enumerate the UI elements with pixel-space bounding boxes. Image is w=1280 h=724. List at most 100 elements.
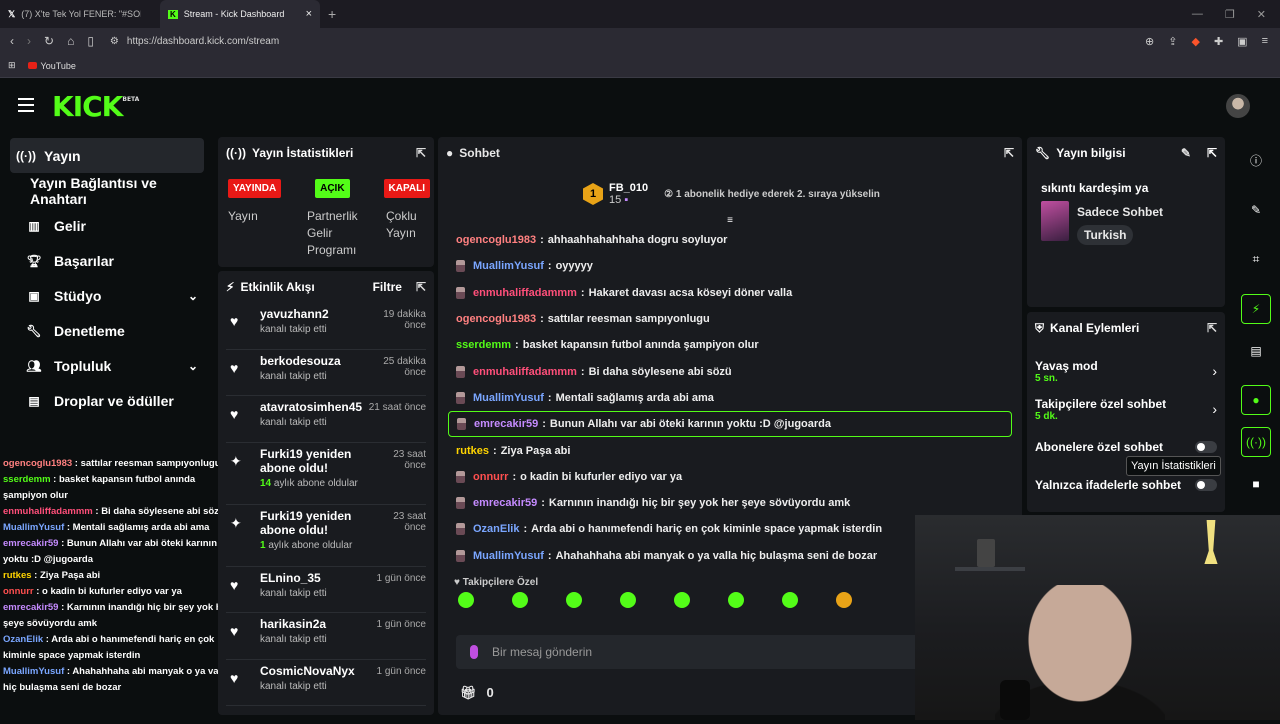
microphone-icon[interactable]: [470, 645, 478, 659]
chat-message[interactable]: enmuhaliffadammm: Hakaret davası acsa kös…: [448, 280, 1012, 306]
restore-icon[interactable]: ❐: [1225, 8, 1235, 21]
reload-icon[interactable]: ↻: [44, 34, 54, 48]
bookmark-icon[interactable]: ▯: [87, 34, 94, 48]
popout-icon[interactable]: ⇱: [416, 280, 426, 294]
browser-tab-kick[interactable]: K Stream - Kick Dashboard ×: [160, 0, 320, 28]
gift-counter[interactable]: 🎁︎ 0: [460, 685, 494, 701]
new-tab-button[interactable]: +: [328, 6, 336, 22]
close-tab-icon[interactable]: ×: [306, 8, 312, 20]
screenshot-icon[interactable]: ⌗: [1241, 244, 1271, 274]
popout-icon[interactable]: ⇱: [1207, 321, 1217, 335]
slow-mode-row[interactable]: Yavaş mod 5 sn. ›: [1027, 352, 1225, 390]
gift-leaderboard[interactable]: 1 FB_010 15 ▪ ② 1 abonelik hediye ederek …: [438, 169, 1022, 219]
chat-username[interactable]: sserdemm: [456, 339, 511, 351]
url-text[interactable]: https://dashboard.kick.com/stream: [127, 36, 279, 47]
chat-username[interactable]: ogencoglu1983: [456, 313, 536, 325]
emote[interactable]: [620, 591, 636, 608]
chat-message[interactable]: enmuhaliffadammm: Bi daha söylesene abi s…: [448, 358, 1012, 384]
chat-icon[interactable]: ●: [1241, 385, 1271, 415]
emote[interactable]: [728, 591, 744, 608]
emote-only-toggle[interactable]: [1195, 479, 1217, 491]
popout-icon[interactable]: ⇱: [416, 146, 426, 160]
chat-message[interactable]: emrecakir59: Bunun Allahı var abi öteki k…: [448, 411, 1012, 438]
home-icon[interactable]: ⌂: [67, 34, 74, 48]
emote[interactable]: [674, 591, 690, 608]
chat-username[interactable]: rutkes: [456, 445, 489, 457]
chat-username[interactable]: enmuhaliffadammm: [473, 366, 577, 378]
browser-tab-x[interactable]: 𝕏 (7) X'te Tek Yol FENER: "#SONDAKİKA: [0, 0, 160, 28]
chat-input[interactable]: Bir mesaj gönderin: [456, 635, 926, 669]
channel-actions-panel: ⛨ Kanal Eylemleri ⇱ Yavaş mod 5 sn. › Takipç…: [1027, 312, 1225, 512]
notes-icon[interactable]: ▤: [1241, 336, 1271, 366]
chat-username[interactable]: OzanElik: [473, 523, 519, 535]
edit-icon[interactable]: ✎: [1241, 195, 1271, 225]
chat-message[interactable]: onnurr: o kadin bi kufurler ediyo var ya: [448, 464, 1012, 490]
chat-message[interactable]: ogencoglu1983: ahhaahhahahhaha dogru soyl…: [448, 227, 1012, 253]
close-window-icon[interactable]: ✕: [1257, 8, 1266, 21]
followers-only-row[interactable]: Takipçilere özel sohbet 5 dk. ›: [1027, 390, 1225, 428]
chat-username[interactable]: emrecakir59: [473, 497, 537, 509]
bolt-icon[interactable]: ⚡︎: [1241, 293, 1271, 324]
broadcast-icon: ((·)): [226, 146, 246, 160]
popout-icon[interactable]: ⇱: [1207, 146, 1217, 160]
apps-grid-icon[interactable]: ⊞: [8, 60, 16, 71]
overlay-chat-line: sserdemm : basket kapansın futbol anında…: [0, 472, 234, 504]
browser-menu-icon[interactable]: ≡: [1262, 35, 1268, 48]
chevron-down-icon[interactable]: ⌄: [188, 359, 204, 373]
chevron-down-icon[interactable]: ⌄: [188, 289, 204, 303]
emote[interactable]: [512, 591, 528, 608]
subscribers-only-toggle[interactable]: [1195, 441, 1217, 453]
chat-message[interactable]: rutkes: Ziya Paşa abi: [448, 437, 1012, 463]
avatar[interactable]: [1226, 94, 1250, 118]
bookmark-youtube[interactable]: YouTube: [27, 61, 76, 71]
url-bar[interactable]: ⚙ https://dashboard.kick.com/stream: [110, 36, 1145, 47]
site-settings-icon[interactable]: ⚙: [110, 36, 119, 47]
info-icon[interactable]: ⓘ: [1241, 145, 1271, 175]
sidebar-item-gelir[interactable]: ▥ Gelir: [10, 208, 204, 243]
chat-username[interactable]: ogencoglu1983: [456, 234, 536, 246]
hamburger-menu-icon[interactable]: [18, 98, 34, 112]
emote[interactable]: [782, 591, 798, 608]
zoom-icon[interactable]: ⊕: [1145, 35, 1154, 48]
chat-message[interactable]: MuallimYusuf: Mentali sağlamış arda abi a…: [448, 385, 1012, 411]
emote[interactable]: [458, 591, 474, 608]
sidebar-item-label: Denetleme: [54, 322, 125, 339]
minimize-icon[interactable]: —: [1192, 8, 1203, 21]
action-label: Yavaş mod: [1035, 358, 1098, 373]
filter-button[interactable]: Filtre: [373, 280, 402, 294]
back-icon[interactable]: ‹: [10, 34, 14, 48]
kick-logo[interactable]: KICKBETA: [52, 90, 139, 123]
forward-icon[interactable]: ›: [27, 34, 31, 48]
chevron-right-icon[interactable]: ›: [1212, 401, 1217, 417]
brave-shield-icon[interactable]: ◆: [1191, 35, 1199, 48]
sidebar-item-studyo[interactable]: ▣ Stüdyo ⌄: [10, 278, 204, 313]
chat-username[interactable]: emrecakir59: [474, 418, 538, 430]
popout-icon[interactable]: ⇱: [1004, 146, 1014, 160]
emote[interactable]: [566, 591, 582, 608]
chat-username[interactable]: MuallimYusuf: [473, 550, 544, 562]
users-icon: 👥︎: [26, 358, 42, 373]
camera-icon[interactable]: ■: [1241, 469, 1271, 499]
extensions-icon[interactable]: ✚: [1214, 35, 1223, 48]
chat-message[interactable]: MuallimYusuf: oyyyyy: [448, 253, 1012, 279]
sidebar-toggle-icon[interactable]: ▣: [1237, 35, 1247, 48]
chat-message[interactable]: ogencoglu1983: sattılar reesman sampıyonl…: [448, 306, 1012, 332]
emote[interactable]: [836, 591, 852, 608]
sidebar-item-basarilar[interactable]: 🏆︎ Başarılar: [10, 243, 204, 278]
chat-username[interactable]: enmuhaliffadammm: [473, 287, 577, 299]
chat-username[interactable]: onnurr: [473, 471, 508, 483]
chat-message[interactable]: emrecakir59: Karnının inandığı hiç bir şe…: [448, 490, 1012, 516]
chevron-right-icon[interactable]: ›: [1212, 363, 1217, 379]
sidebar-item-topluluk[interactable]: 👥︎ Topluluk ⌄: [10, 348, 204, 383]
sidebar-item-yayin[interactable]: ((·)) Yayın: [10, 138, 204, 173]
chat-username[interactable]: MuallimYusuf: [473, 392, 544, 404]
sidebar-item-stream-key[interactable]: Yayın Bağlantısı ve Anahtarı: [10, 173, 204, 208]
share-icon[interactable]: ⇪: [1168, 35, 1177, 48]
sidebar-item-denetleme[interactable]: 🔧︎ Denetleme: [10, 313, 204, 348]
chat-message[interactable]: sserdemm: basket kapansın futbol anında ş…: [448, 332, 1012, 358]
chat-username[interactable]: MuallimYusuf: [473, 260, 544, 272]
edit-icon[interactable]: ✎: [1181, 146, 1191, 160]
chat-text: o kadin bi kufurler ediyo var ya: [520, 470, 683, 483]
sidebar-item-droplar[interactable]: ▤ Droplar ve ödüller: [10, 383, 204, 418]
broadcast-icon[interactable]: ((·)): [1241, 427, 1271, 457]
